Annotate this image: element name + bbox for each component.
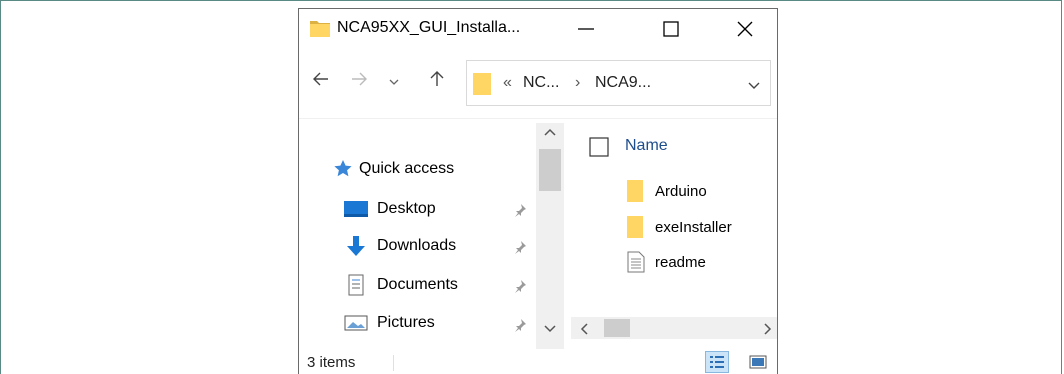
folder-icon bbox=[627, 180, 643, 202]
folder-icon bbox=[627, 216, 643, 238]
nav-item-quick-access[interactable]: Quick access bbox=[333, 159, 454, 179]
chevron-down-icon bbox=[389, 79, 399, 85]
pin-icon[interactable] bbox=[513, 240, 527, 259]
overflow-chevron-icon[interactable]: « bbox=[503, 74, 512, 92]
download-arrow-icon bbox=[347, 236, 365, 256]
chevron-left-icon bbox=[580, 323, 588, 335]
scroll-left-button[interactable] bbox=[579, 322, 591, 341]
vertical-scroll-thumb[interactable] bbox=[539, 149, 561, 191]
title-bar[interactable]: NCA95XX_GUI_Installa... bbox=[299, 9, 777, 49]
minimize-button[interactable] bbox=[560, 9, 612, 49]
up-button[interactable] bbox=[427, 69, 447, 95]
chevron-down-icon bbox=[748, 82, 760, 89]
nav-item-pictures[interactable]: Pictures bbox=[343, 313, 435, 333]
breadcrumb-separator-icon: › bbox=[575, 74, 581, 91]
scroll-right-button[interactable] bbox=[761, 322, 773, 341]
list-item[interactable]: readme bbox=[627, 251, 706, 273]
status-divider bbox=[393, 355, 394, 371]
picture-icon bbox=[344, 315, 368, 331]
text-file-icon bbox=[627, 251, 645, 273]
item-count: 3 items bbox=[307, 354, 356, 371]
up-arrow-icon bbox=[430, 71, 444, 86]
address-dropdown-button[interactable] bbox=[746, 77, 762, 98]
scroll-down-button[interactable] bbox=[543, 321, 557, 339]
document-icon bbox=[348, 274, 364, 296]
breadcrumb-segment[interactable]: NC... bbox=[523, 74, 559, 92]
close-icon bbox=[737, 21, 753, 37]
nav-item-documents[interactable]: Documents bbox=[343, 274, 458, 296]
recent-locations-button[interactable] bbox=[387, 72, 401, 95]
back-button[interactable] bbox=[311, 69, 331, 95]
horizontal-scroll-thumb[interactable] bbox=[604, 319, 630, 337]
column-header-name[interactable]: Name bbox=[625, 137, 668, 155]
chevron-right-icon bbox=[764, 323, 772, 335]
nav-item-label: Pictures bbox=[377, 314, 435, 331]
nav-item-label: Documents bbox=[377, 276, 458, 293]
navigation-row: « NC... › NCA9... bbox=[299, 55, 777, 111]
folder-icon bbox=[309, 17, 331, 44]
nav-item-label: Quick access bbox=[359, 160, 455, 177]
nav-item-label: Desktop bbox=[377, 200, 436, 217]
maximize-button[interactable] bbox=[645, 9, 697, 49]
folder-icon bbox=[473, 73, 493, 100]
breadcrumb-segment[interactable]: NCA9... bbox=[595, 74, 651, 92]
list-item[interactable]: exeInstaller bbox=[627, 216, 732, 238]
status-bar: 3 items bbox=[299, 349, 777, 374]
horizontal-scrollbar[interactable] bbox=[571, 317, 777, 339]
window-title: NCA95XX_GUI_Installa... bbox=[337, 19, 521, 36]
forward-button[interactable] bbox=[349, 69, 369, 95]
pin-icon[interactable] bbox=[513, 279, 527, 298]
chevron-up-icon bbox=[544, 128, 556, 136]
checkbox-icon bbox=[589, 137, 609, 157]
scroll-up-button[interactable] bbox=[543, 126, 557, 144]
address-bar[interactable]: « NC... › NCA9... bbox=[466, 60, 771, 106]
details-view-button[interactable] bbox=[705, 351, 729, 373]
nav-item-desktop[interactable]: Desktop bbox=[343, 199, 436, 219]
desktop-icon bbox=[344, 201, 368, 217]
details-view-icon bbox=[710, 356, 724, 368]
large-icons-view-icon bbox=[749, 355, 767, 369]
large-icons-view-button[interactable] bbox=[749, 354, 767, 374]
back-arrow-icon bbox=[313, 72, 328, 86]
nav-item-label: Downloads bbox=[377, 237, 457, 254]
file-name: Arduino bbox=[655, 182, 707, 200]
nav-item-downloads[interactable]: Downloads bbox=[343, 235, 456, 257]
file-name: exeInstaller bbox=[655, 218, 732, 236]
maximize-icon bbox=[663, 21, 679, 37]
list-item[interactable]: Arduino bbox=[627, 180, 707, 202]
star-icon bbox=[334, 160, 352, 177]
pin-icon[interactable] bbox=[513, 203, 527, 222]
minimize-icon bbox=[578, 28, 594, 30]
pin-icon[interactable] bbox=[513, 318, 527, 337]
select-all-checkbox[interactable] bbox=[589, 137, 609, 162]
chevron-down-icon bbox=[544, 325, 556, 333]
close-button[interactable] bbox=[719, 9, 771, 49]
file-explorer-window: NCA95XX_GUI_Installa... « NC... › NCA9..… bbox=[298, 8, 778, 374]
file-name: readme bbox=[655, 253, 706, 271]
forward-arrow-icon bbox=[352, 72, 367, 86]
